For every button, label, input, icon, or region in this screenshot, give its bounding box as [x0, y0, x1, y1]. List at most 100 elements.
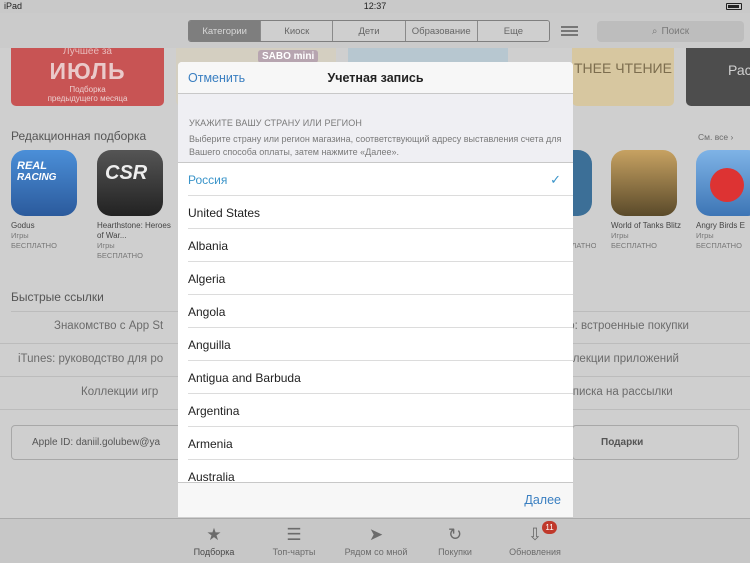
country-row[interactable]: Armenia — [178, 427, 573, 460]
search-input[interactable]: ⌕ Поиск — [597, 21, 744, 42]
app-category: Игры — [97, 241, 115, 250]
app-name: Hearthstone: Heroes of War... — [97, 221, 171, 240]
region-info: УКАЖИТЕ ВАШУ СТРАНУ ИЛИ РЕГИОН Выберите … — [178, 94, 573, 163]
region-heading: УКАЖИТЕ ВАШУ СТРАНУ ИЛИ РЕГИОН — [189, 118, 362, 128]
app-category: Игры — [696, 231, 714, 240]
modal-header: Отменить Учетная запись — [178, 62, 573, 94]
quick-links-title: Быстрые ссылки — [11, 290, 104, 304]
app-price: БЕСПЛАТНО — [696, 240, 742, 250]
list-icon[interactable] — [561, 26, 578, 36]
tank-icon — [611, 150, 677, 216]
quick-link[interactable]: дписка на рассылки — [566, 386, 673, 398]
app-category: Игры — [11, 231, 29, 240]
banner-title: ИЮЛЬ — [49, 58, 126, 84]
gifts-button[interactable]: Подарки — [572, 425, 739, 460]
category-segmented-control: Категории Киоск Дети Образование Еще — [188, 20, 550, 42]
country-label: Antigua and Barbuda — [188, 371, 301, 385]
country-list[interactable]: Россия ✓ United States Albania Algeria A… — [178, 163, 573, 482]
segment-more[interactable]: Еще — [477, 21, 549, 41]
banner-reading[interactable]: ТНЕЕ ЧТЕНИЕ — [572, 48, 674, 106]
segment-kids[interactable]: Дети — [333, 21, 406, 41]
banner-july[interactable]: Лучшее за ИЮЛЬ Подборка предыдущего меся… — [11, 48, 164, 106]
quick-link[interactable]: ллекции приложений — [566, 353, 679, 365]
app-tile[interactable]: CSR Hearthstone: Heroes of War... Игры Б… — [97, 150, 172, 260]
apple-id-button[interactable]: Apple ID: daniil.golubew@ya — [11, 425, 189, 460]
see-all-link[interactable]: См. все › — [698, 132, 733, 142]
purchases-icon: ↻ — [447, 525, 463, 544]
quick-link[interactable]: ю: встроенные покупки — [566, 320, 689, 332]
quick-link[interactable]: Знакомство с App St — [54, 320, 163, 332]
app-price: БЕСПЛАТНО — [11, 240, 57, 250]
country-label: Armenia — [188, 437, 233, 451]
tab-label: Подборка — [193, 547, 235, 557]
next-button[interactable]: Далее — [524, 493, 561, 507]
location-icon: ➤ — [368, 525, 384, 544]
app-name: Godus — [11, 221, 35, 230]
search-icon: ⌕ — [651, 26, 658, 37]
country-row[interactable]: Россия ✓ — [178, 163, 573, 196]
country-row[interactable]: Algeria — [178, 262, 573, 295]
segment-categories[interactable]: Категории — [189, 21, 262, 41]
country-row[interactable]: Albania — [178, 229, 573, 262]
tab-top-charts[interactable]: ☰ Топ-чарты — [264, 525, 324, 557]
country-row[interactable]: Argentina — [178, 394, 573, 427]
star-icon: ★ — [206, 525, 222, 544]
segment-education[interactable]: Образование — [405, 21, 478, 41]
country-label: Australia — [188, 470, 235, 482]
tab-label: Покупки — [438, 547, 472, 557]
app-tile[interactable]: REAL RACING Godus Игры БЕСПЛАТНО — [11, 150, 86, 250]
tab-updates[interactable]: ⇩ Обновления 11 — [505, 521, 565, 557]
nav-bar: Категории Киоск Дети Образование Еще ⌕ П… — [0, 13, 750, 48]
quick-link[interactable]: iTunes: руководство для ро — [18, 353, 163, 365]
tab-featured[interactable]: ★ Подборка — [184, 525, 244, 557]
tab-near-me[interactable]: ➤ Рядом со мной — [343, 525, 409, 557]
account-modal: Отменить Учетная запись УКАЖИТЕ ВАШУ СТР… — [178, 62, 573, 517]
app-name: Angry Birds E — [696, 221, 745, 230]
country-label: Angola — [188, 305, 226, 319]
status-time: 12:37 — [363, 1, 387, 11]
tab-bar: ★ Подборка ☰ Топ-чарты ➤ Рядом со мной ↻… — [0, 518, 750, 563]
country-row[interactable]: Angola — [178, 295, 573, 328]
banner-sub1: Подборка — [69, 85, 106, 94]
tab-purchases[interactable]: ↻ Покупки — [425, 525, 485, 557]
updates-badge: 11 — [542, 521, 557, 534]
banner-far[interactable]: Рас — [686, 48, 750, 106]
banner-top-text: Лучшее за — [63, 48, 112, 57]
country-row[interactable]: Australia — [178, 460, 573, 482]
country-row[interactable]: Anguilla — [178, 328, 573, 361]
app-category: Игры — [611, 231, 629, 240]
country-label: Argentina — [188, 404, 240, 418]
banner-reading-label: ТНЕЕ ЧТЕНИЕ — [574, 60, 672, 76]
app-tile[interactable]: Angry Birds E Игры БЕСПЛАТНО — [696, 150, 750, 250]
app-price: БЕСПЛАТНО — [611, 240, 657, 250]
app-price: БЕСПЛАТНО — [97, 250, 143, 260]
status-bar: iPad 12:37 — [0, 0, 750, 13]
app-name: World of Tanks Blitz — [611, 221, 681, 230]
country-label: Albania — [188, 239, 229, 253]
editors-section-title: Редакционная подборка — [11, 129, 147, 143]
banner-sub2: предыдущего месяца — [47, 94, 128, 103]
search-placeholder: Поиск — [661, 26, 690, 37]
country-label: Anguilla — [188, 338, 231, 352]
csr-icon: CSR — [97, 150, 163, 216]
battery-icon — [726, 3, 742, 10]
tab-label: Обновления — [509, 547, 561, 557]
checkmark-icon: ✓ — [550, 172, 561, 187]
modal-footer: Далее — [178, 482, 573, 517]
tab-label: Топ-чарты — [272, 547, 316, 557]
country-row[interactable]: United States — [178, 196, 573, 229]
segment-newsstand[interactable]: Киоск — [261, 21, 334, 41]
region-description: Выберите страну или регион магазина, соо… — [189, 134, 562, 157]
list-icon: ☰ — [286, 525, 302, 544]
tab-label: Рядом со мной — [344, 547, 408, 557]
quick-link[interactable]: Коллекции игр — [81, 386, 158, 398]
app-tile[interactable]: World of Tanks Blitz Игры БЕСПЛАТНО — [611, 150, 686, 250]
country-row[interactable]: Antigua and Barbuda — [178, 361, 573, 394]
real-racing-icon: REAL RACING — [11, 150, 77, 216]
angry-birds-icon — [696, 150, 750, 216]
country-label: Algeria — [188, 272, 226, 286]
country-label: United States — [188, 206, 261, 220]
banner-far-label: Рас — [728, 62, 750, 78]
country-label: Россия — [188, 173, 228, 187]
cancel-button[interactable]: Отменить — [188, 71, 245, 85]
